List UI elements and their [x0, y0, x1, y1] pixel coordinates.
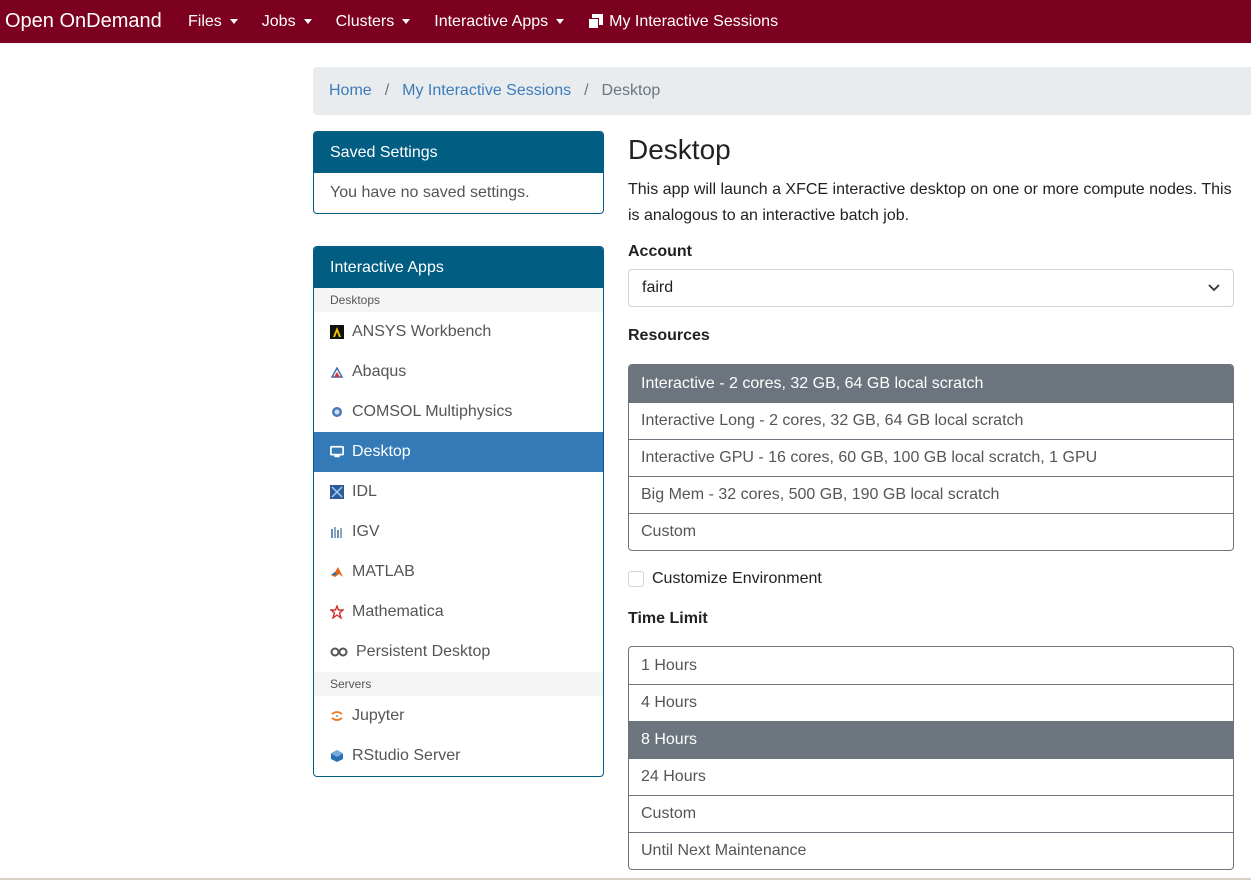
app-item-label: Desktop — [352, 443, 411, 460]
resources-option-list: Interactive - 2 cores, 32 GB, 64 GB loca… — [628, 364, 1234, 551]
app-item-label: Mathematica — [352, 603, 444, 620]
nav-jobs-menu[interactable]: Jobs — [262, 13, 312, 31]
app-item-label: ANSYS Workbench — [352, 323, 492, 340]
app-item-comsol[interactable]: COMSOL Multiphysics — [314, 392, 603, 432]
app-item-desktop[interactable]: Desktop — [314, 432, 603, 472]
customize-environment-checkbox[interactable] — [628, 571, 644, 587]
app-item-persistent-desktop[interactable]: Persistent Desktop — [314, 632, 603, 672]
igv-icon — [330, 525, 344, 539]
time-limit-option[interactable]: Until Next Maintenance — [629, 832, 1233, 869]
app-item-jupyter[interactable]: Jupyter — [314, 696, 603, 736]
app-item-rstudio[interactable]: RStudio Server — [314, 736, 603, 776]
monitor-icon — [330, 445, 344, 459]
brand-logo[interactable]: Open OnDemand — [0, 10, 188, 33]
app-item-label: IDL — [352, 483, 377, 500]
nav-my-sessions-label: My Interactive Sessions — [609, 12, 779, 30]
app-item-label: IGV — [352, 523, 380, 540]
abaqus-icon — [330, 365, 344, 379]
breadcrumb-current: Desktop — [601, 82, 661, 99]
matlab-icon — [330, 565, 344, 579]
app-item-label: RStudio Server — [352, 747, 461, 764]
app-item-label: Persistent Desktop — [356, 643, 491, 660]
nav-clusters-label: Clusters — [335, 12, 395, 30]
time-limit-option[interactable]: 24 Hours — [629, 758, 1233, 795]
customize-environment-label[interactable]: Customize Environment — [652, 570, 822, 588]
app-item-mathematica[interactable]: Mathematica — [314, 592, 603, 632]
page-title: Desktop — [628, 134, 731, 165]
breadcrumb: Home / My Interactive Sessions / Desktop — [313, 67, 1251, 115]
app-item-ansys-workbench[interactable]: ANSYS Workbench — [314, 312, 603, 352]
mathematica-icon — [330, 605, 344, 619]
nav-interactive-apps-menu[interactable]: Interactive Apps — [434, 12, 565, 31]
account-value: faird — [642, 279, 674, 296]
nav-jobs-label: Jobs — [261, 12, 296, 30]
app-item-label: MATLAB — [352, 563, 415, 580]
idl-icon — [330, 485, 344, 499]
nav-clusters-menu[interactable]: Clusters — [336, 13, 411, 31]
time-limit-option[interactable]: 1 Hours — [629, 647, 1233, 684]
infinity-icon — [330, 645, 348, 659]
caret-down-icon — [229, 19, 238, 24]
app-item-abaqus[interactable]: Abaqus — [314, 352, 603, 392]
account-label: Account — [628, 243, 692, 260]
sessions-icon — [588, 14, 604, 29]
time-limit-option[interactable]: Custom — [629, 795, 1233, 832]
saved-settings-empty-text: You have no saved settings. — [330, 184, 530, 201]
resource-option[interactable]: Interactive - 2 cores, 32 GB, 64 GB loca… — [629, 365, 1233, 402]
caret-down-icon — [303, 19, 312, 24]
breadcrumb-separator: / — [384, 82, 390, 99]
account-select[interactable]: faird — [628, 269, 1234, 307]
app-description: This app will launch a XFCE interactive … — [628, 181, 1232, 224]
nav-files-menu[interactable]: Files — [188, 13, 238, 31]
saved-settings-card: Saved Settings You have no saved setting… — [313, 131, 604, 214]
breadcrumb-separator: / — [584, 82, 589, 99]
app-item-label: Abaqus — [352, 363, 407, 380]
app-item-label: COMSOL Multiphysics — [352, 403, 513, 420]
time-limit-label: Time Limit — [628, 610, 708, 627]
nav-files-label: Files — [188, 12, 222, 30]
top-navbar: Open OnDemand Files Jobs Clusters Intera… — [0, 0, 1251, 43]
resources-label: Resources — [628, 327, 710, 344]
time-limit-option[interactable]: 4 Hours — [629, 684, 1233, 721]
app-item-igv[interactable]: IGV — [314, 512, 603, 552]
session-form: Desktop This app will launch a XFCE inte… — [628, 128, 1234, 870]
rstudio-icon — [330, 749, 344, 763]
breadcrumb-sessions-link[interactable]: My Interactive Sessions — [402, 82, 571, 100]
customize-environment-row: Customize Environment — [628, 570, 1234, 588]
caret-down-icon — [556, 19, 565, 24]
time-limit-option[interactable]: 8 Hours — [629, 721, 1233, 758]
time-limit-option-list: 1 Hours 4 Hours 8 Hours 24 Hours Custom … — [628, 646, 1234, 870]
group-header-servers: Servers — [314, 672, 603, 696]
ansys-icon — [330, 325, 344, 339]
nav-interactive-apps-label: Interactive Apps — [434, 12, 549, 30]
nav-my-sessions-link[interactable]: My Interactive Sessions — [588, 13, 778, 31]
app-item-matlab[interactable]: MATLAB — [314, 552, 603, 592]
breadcrumb-home-link[interactable]: Home — [329, 82, 372, 100]
chevron-down-icon — [1208, 279, 1220, 297]
group-header-desktops: Desktops — [314, 288, 603, 312]
comsol-icon — [330, 405, 344, 419]
resource-option[interactable]: Big Mem - 32 cores, 500 GB, 190 GB local… — [629, 476, 1233, 513]
interactive-apps-card: Interactive Apps Desktops ANSYS Workbenc… — [313, 246, 604, 777]
app-item-label: Jupyter — [352, 707, 405, 724]
app-item-idl[interactable]: IDL — [314, 472, 603, 512]
caret-down-icon — [402, 19, 411, 24]
resource-option[interactable]: Interactive GPU - 16 cores, 60 GB, 100 G… — [629, 439, 1233, 476]
resource-option[interactable]: Interactive Long - 2 cores, 32 GB, 64 GB… — [629, 402, 1233, 439]
resource-option[interactable]: Custom — [629, 513, 1233, 550]
saved-settings-header: Saved Settings — [314, 132, 603, 173]
interactive-apps-header: Interactive Apps — [314, 247, 603, 288]
jupyter-icon — [330, 709, 344, 723]
